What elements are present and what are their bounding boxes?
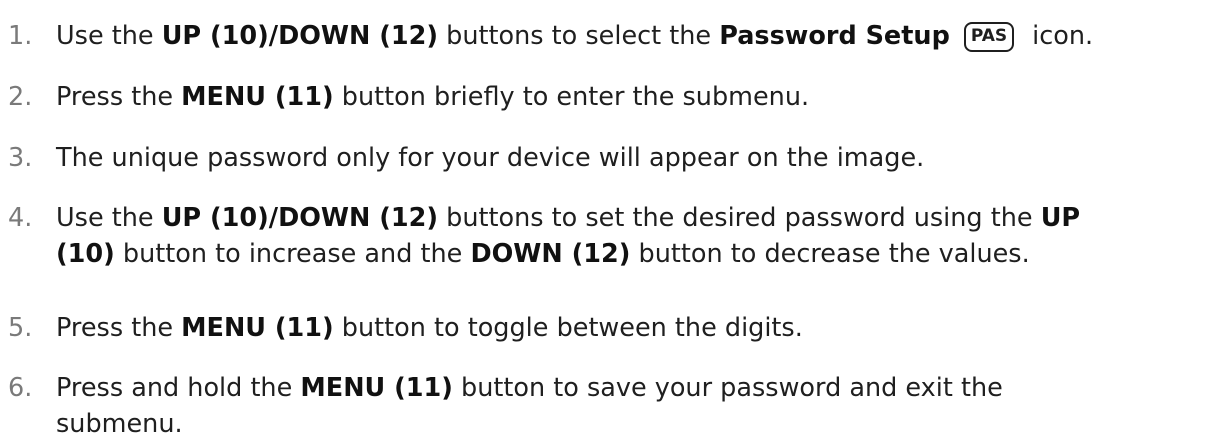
step-2: 2. Press the MENU (11) button briefly to … <box>8 79 1218 115</box>
step-text: Press the MENU (11) button briefly to en… <box>56 82 809 112</box>
bold-text: Password Setup <box>719 21 950 51</box>
bold-text: UP (10)/DOWN (12) <box>161 21 439 51</box>
step-text-continuation: submenu. <box>56 409 183 439</box>
text-run: button to increase and the <box>114 239 471 269</box>
bold-text: UP <box>1040 203 1081 233</box>
step-1: 1. Use the UP (10)/DOWN (12) buttons to s… <box>8 18 1218 54</box>
step-text: Use the UP (10)/DOWN (12) buttons to set… <box>56 203 1080 233</box>
bold-text: MENU (11) <box>300 373 453 403</box>
text-run: The unique password only for your device… <box>56 143 925 173</box>
text-run: button to save your password and exit th… <box>452 373 1003 403</box>
text-run: button to decrease the values. <box>630 239 1030 269</box>
step-number: 5. <box>8 313 33 343</box>
text-run: button to toggle between the digits. <box>333 313 803 343</box>
text-run: buttons to set the desired password usin… <box>438 203 1041 233</box>
step-number: 2. <box>8 82 33 112</box>
step-text-continuation: (10) button to increase and the DOWN (12… <box>8 236 1218 272</box>
bold-text: MENU (11) <box>181 313 334 343</box>
step-3: 3. The unique password only for your devi… <box>8 140 1218 176</box>
text-run: Press and hold the <box>56 373 301 403</box>
step-text: Use the UP (10)/DOWN (12) buttons to sel… <box>56 21 1094 52</box>
step-text: The unique password only for your device… <box>56 143 924 173</box>
bold-text: (10) <box>56 239 115 269</box>
text-run: button briefly to enter the submenu. <box>333 82 810 112</box>
step-text: Press and hold the MENU (11) button to s… <box>56 373 1003 403</box>
bold-text: UP (10)/DOWN (12) <box>161 203 439 233</box>
step-text: Press the MENU (11) button to toggle bet… <box>56 313 803 343</box>
password-setup-icon: PAS <box>963 22 1015 52</box>
text-run: Use the <box>56 203 162 233</box>
text-run: Press the <box>56 82 182 112</box>
text-run: Press the <box>56 313 182 343</box>
step-4: 4. Use the UP (10)/DOWN (12) buttons to s… <box>8 200 1218 272</box>
bold-text: DOWN (12) <box>470 239 631 269</box>
text-run: icon. <box>1032 21 1094 51</box>
step-6: 6. Press and hold the MENU (11) button to… <box>8 370 1218 442</box>
step-number: 1. <box>8 21 33 51</box>
bold-text: MENU (11) <box>181 82 334 112</box>
step-number: 3. <box>8 143 33 173</box>
text-run: buttons to select the <box>438 21 720 51</box>
text-run: Use the <box>56 21 162 51</box>
step-number: 4. <box>8 203 33 233</box>
step-number: 6. <box>8 373 33 403</box>
step-5: 5. Press the MENU (11) button to toggle b… <box>8 310 1218 346</box>
